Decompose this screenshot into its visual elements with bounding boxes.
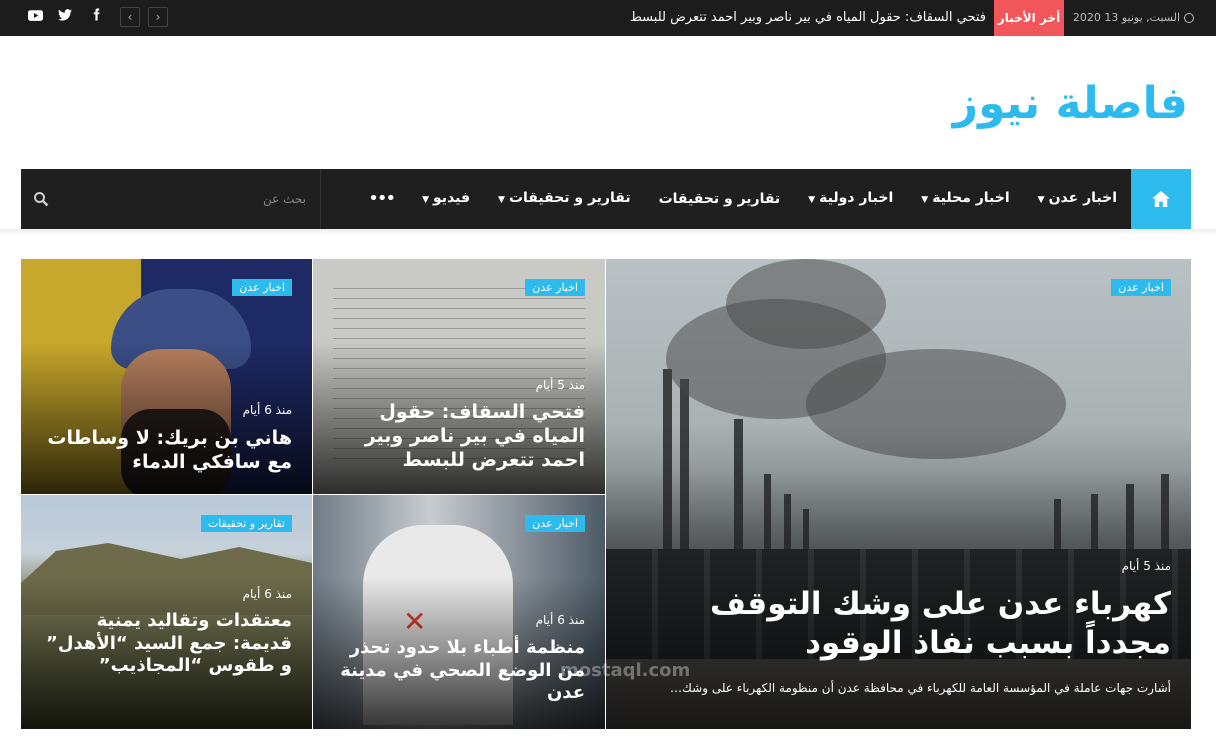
- post-date: منذ 6 أيام: [242, 587, 292, 601]
- date-text: السبت, يونيو 13 2020: [1072, 11, 1180, 24]
- post-title[interactable]: معتقدات وتقاليد يمنية قديمة: جمع السيد “…: [41, 610, 292, 678]
- post-date: منذ 6 أيام: [535, 613, 585, 627]
- breaking-news-headline[interactable]: فتحي السقاف: حقول المياه في بير ناصر وبي…: [630, 0, 986, 36]
- more-menu-icon[interactable]: •••: [354, 169, 408, 229]
- chevron-down-icon: ▼: [921, 195, 929, 205]
- post-hani-bin-brik[interactable]: اخبار عدن منذ 6 أيام هاني بن بريك: لا وس…: [21, 259, 312, 494]
- chevron-down-icon: ▼: [1037, 195, 1045, 205]
- current-date: السبت, يونيو 13 2020: [1073, 0, 1194, 36]
- category-badge[interactable]: تقارير و تحقيقات: [200, 515, 292, 532]
- breaking-news-label: أخر الأخبار: [994, 0, 1064, 36]
- main-nav: اخبار عدن▼ اخبار محلية▼ اخبار دولية▼ تقا…: [21, 169, 1191, 233]
- category-badge[interactable]: اخبار عدن: [525, 279, 585, 296]
- watermark: mostaql.com: [560, 660, 691, 681]
- search-input[interactable]: بحث عن: [263, 169, 306, 229]
- youtube-icon[interactable]: [24, 0, 46, 36]
- facebook-icon[interactable]: [85, 0, 107, 36]
- breaking-prev-button[interactable]: ‹: [120, 7, 140, 27]
- post-title[interactable]: كهرباء عدن على وشك التوقف مجدداً بسبب نف…: [626, 585, 1171, 663]
- category-badge[interactable]: اخبار عدن: [232, 279, 292, 296]
- top-bar: السبت, يونيو 13 2020 أخر الأخبار فتحي ال…: [0, 0, 1216, 36]
- search-box[interactable]: بحث عن: [21, 169, 321, 229]
- post-water-fields[interactable]: اخبار عدن منذ 5 أيام فتحي السقاف: حقول ا…: [313, 259, 605, 494]
- home-icon: [1152, 191, 1170, 207]
- post-yemeni-traditions[interactable]: تقارير و تحقيقات منذ 6 أيام معتقدات وتقا…: [21, 495, 312, 729]
- post-title[interactable]: فتحي السقاف: حقول المياه في بير ناصر وبي…: [333, 401, 585, 472]
- nav-shadow: [0, 229, 1216, 235]
- nav-item-video[interactable]: فيديو▼: [408, 168, 484, 230]
- nav-item-investigations[interactable]: تقارير و تحقيقات▼: [484, 168, 645, 230]
- nav-item-reports[interactable]: تقارير و تحقيقات: [645, 169, 795, 229]
- chevron-down-icon: ▼: [422, 195, 430, 205]
- featured-post-power-plant[interactable]: اخبار عدن منذ 5 أيام كهرباء عدن على وشك …: [606, 259, 1191, 729]
- post-date: منذ 5 أيام: [1121, 559, 1171, 573]
- post-msf-warning[interactable]: ✕ اخبار عدن منذ 6 أيام منظمة أطباء بلا ح…: [313, 495, 605, 729]
- home-button[interactable]: [1131, 169, 1191, 233]
- site-logo[interactable]: فاصلة نيوز: [953, 78, 1188, 129]
- category-badge[interactable]: اخبار عدن: [525, 515, 585, 532]
- category-badge[interactable]: اخبار عدن: [1111, 279, 1171, 296]
- post-date: منذ 6 أيام: [242, 403, 292, 417]
- breaking-next-button[interactable]: ›: [148, 7, 168, 27]
- nav-item-international-news[interactable]: اخبار دولية▼: [794, 168, 907, 230]
- post-title[interactable]: هاني بن بريك: لا وساطات مع سافكي الدماء: [41, 427, 292, 475]
- nav-item-local-news[interactable]: اخبار محلية▼: [907, 168, 1023, 230]
- post-date: منذ 5 أيام: [535, 378, 585, 392]
- chevron-down-icon: ▼: [808, 195, 816, 205]
- twitter-icon[interactable]: [54, 0, 76, 36]
- post-excerpt: أشارت جهات عاملة في المؤسسة العامة للكهر…: [670, 681, 1171, 695]
- post-title[interactable]: منظمة أطباء بلا حدود تحذر من الوضع الصحي…: [333, 637, 585, 705]
- clock-icon: [1184, 13, 1194, 23]
- chevron-down-icon: ▼: [498, 195, 505, 205]
- search-icon[interactable]: [33, 191, 49, 207]
- nav-menu: اخبار عدن▼ اخبار محلية▼ اخبار دولية▼ تقا…: [354, 169, 1131, 229]
- nav-item-aden-news[interactable]: اخبار عدن▼: [1024, 168, 1131, 230]
